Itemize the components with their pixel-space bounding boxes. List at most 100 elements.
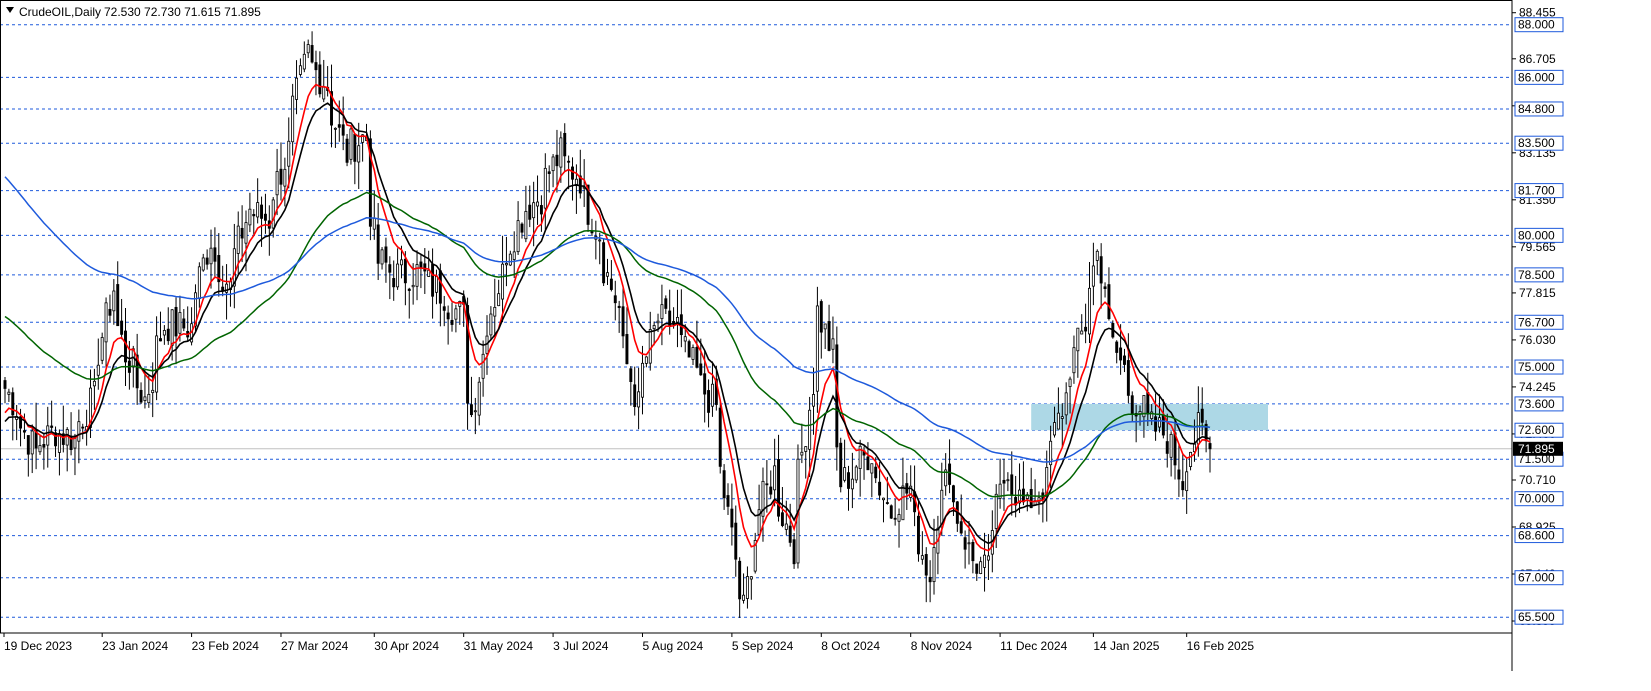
candle-101 — [396, 248, 400, 290]
candle-206 — [804, 446, 808, 479]
candle-192 — [749, 576, 753, 600]
level-label-text-6: 78.500 — [1518, 268, 1555, 282]
candle-161 — [629, 366, 633, 406]
candle-25 — [100, 332, 104, 365]
candle-187 — [730, 483, 734, 546]
ma-13-line[interactable] — [4, 102, 1211, 545]
candle-71 — [279, 142, 283, 201]
ma-8-line[interactable] — [4, 83, 1211, 552]
candle-138 — [539, 195, 543, 232]
candle-228 — [889, 504, 893, 520]
candle-13 — [54, 426, 58, 457]
candle-184 — [718, 401, 722, 474]
ma-100-line[interactable] — [4, 176, 1211, 463]
level-label-3: 83.500 — [1514, 135, 1564, 151]
candle-110 — [431, 248, 435, 319]
level-label-text-13: 68.600 — [1518, 529, 1555, 543]
candle-44 — [174, 297, 178, 365]
candle-236 — [920, 531, 924, 565]
price-tick-label-7: 76.030 — [1519, 333, 1556, 347]
candle-31 — [124, 308, 127, 386]
candle-199 — [777, 434, 781, 522]
candle-133 — [520, 222, 524, 239]
date-label-2: 23 Feb 2024 — [192, 639, 260, 653]
candle-203 — [792, 533, 796, 569]
candle-46 — [182, 309, 186, 332]
candle-67 — [263, 193, 267, 234]
candle-258 — [1006, 472, 1010, 492]
candle-109 — [427, 250, 431, 277]
candle-89 — [349, 125, 353, 165]
candle-39 — [155, 316, 159, 401]
level-label-text-4: 81.700 — [1518, 184, 1555, 198]
candle-181 — [707, 379, 711, 428]
candle-34 — [135, 333, 139, 405]
level-label-12: 70.000 — [1514, 491, 1564, 507]
date-label-11: 11 Dec 2024 — [1000, 639, 1067, 653]
candle-257 — [1002, 458, 1006, 511]
candle-40 — [159, 311, 162, 342]
candle-219 — [854, 464, 858, 484]
level-label-1: 86.000 — [1514, 69, 1564, 85]
chevron-down-icon[interactable] — [6, 7, 14, 13]
candle-121 — [473, 397, 477, 435]
candle-141 — [551, 154, 555, 188]
candle-157 — [613, 280, 617, 321]
level-label-15: 65.500 — [1514, 609, 1564, 625]
candle-204 — [796, 444, 800, 569]
candle-218 — [850, 452, 854, 509]
candle-148 — [578, 149, 582, 199]
candle-126 — [493, 278, 497, 337]
candle-152 — [594, 220, 598, 260]
candle-82 — [322, 59, 326, 103]
date-label-0: 19 Dec 2023 — [4, 639, 72, 653]
candle-173 — [675, 289, 679, 348]
candle-107 — [419, 254, 423, 289]
candle-6 — [26, 435, 30, 477]
candle-57 — [225, 264, 229, 320]
candle-18 — [73, 433, 77, 476]
candle-194 — [757, 484, 761, 537]
candle-266 — [1037, 491, 1041, 515]
candle-134 — [524, 185, 528, 243]
candle-24 — [96, 338, 100, 390]
candle-117 — [458, 300, 462, 325]
level-label-2: 84.800 — [1514, 101, 1564, 117]
candle-243 — [948, 439, 952, 494]
candle-309 — [1204, 420, 1208, 453]
candle-147 — [574, 164, 578, 214]
candle-247 — [963, 530, 967, 569]
candle-130 — [508, 250, 512, 267]
chart-header: CrudeOIL,Daily 72.530 72.730 71.615 71.8… — [6, 5, 261, 19]
candle-132 — [516, 201, 520, 255]
candle-95 — [372, 190, 376, 240]
candle-19 — [77, 409, 81, 464]
price-tick-label-6: 77.815 — [1519, 286, 1556, 300]
candle-283 — [1103, 282, 1107, 298]
candle-165 — [644, 356, 648, 368]
candle-113 — [442, 295, 446, 327]
candle-100 — [392, 260, 396, 301]
candle-59 — [232, 223, 236, 309]
candle-139 — [543, 153, 547, 230]
horizontal-levels — [0, 24, 1512, 618]
candle-279 — [1088, 262, 1091, 343]
candle-144 — [563, 123, 567, 172]
candle-259 — [1010, 451, 1014, 516]
candle-120 — [469, 376, 473, 418]
candle-158 — [617, 300, 621, 333]
candle-176 — [687, 339, 691, 358]
level-label-text-15: 65.500 — [1518, 610, 1555, 624]
candle-245 — [955, 500, 959, 532]
level-label-text-9: 73.600 — [1518, 397, 1555, 411]
candle-205 — [800, 423, 804, 464]
date-label-1: 23 Jan 2024 — [102, 639, 168, 653]
candle-104 — [407, 287, 411, 319]
candle-30 — [120, 298, 124, 340]
candle-123 — [481, 340, 485, 397]
level-label-13: 68.600 — [1514, 528, 1564, 544]
price-chart[interactable]: 88.45586.70584.92083.13581.35079.56577.8… — [0, 0, 1651, 691]
candle-182 — [710, 361, 714, 417]
candle-91 — [357, 122, 361, 189]
candle-64 — [252, 209, 256, 235]
